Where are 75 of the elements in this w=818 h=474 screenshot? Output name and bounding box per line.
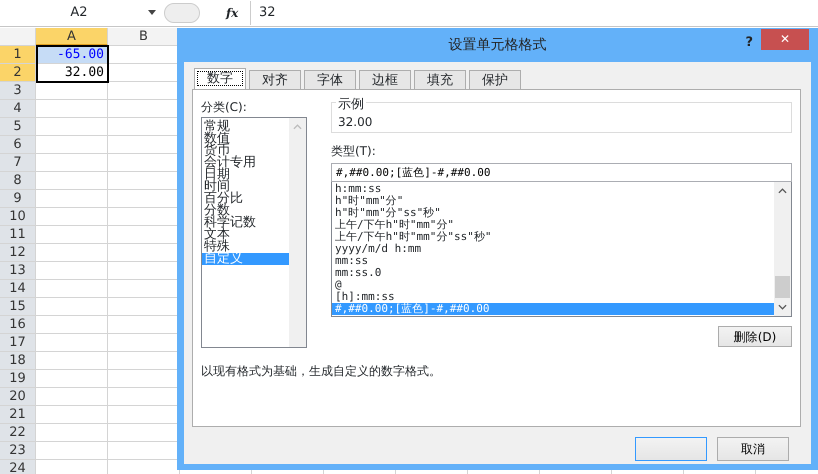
dropdown-icon[interactable] — [148, 10, 156, 16]
scrollbar[interactable] — [289, 118, 306, 347]
tab[interactable]: 字体 — [304, 70, 356, 89]
row-header[interactable]: 7 — [0, 154, 36, 172]
list-item[interactable]: 科学记数 — [202, 217, 289, 229]
type-field[interactable]: #,##0.00;[蓝色]-#,##0.00 — [331, 163, 792, 182]
list-item[interactable]: mm:ss — [332, 255, 774, 267]
list-item[interactable]: mm:ss.0 — [332, 267, 774, 279]
list-item[interactable]: 上午/下午h"时"mm"分" — [332, 219, 774, 231]
list-item[interactable]: yyyy/m/d h:mm — [332, 243, 774, 255]
list-item[interactable]: 常规 — [202, 121, 289, 133]
row-header[interactable]: 22 — [0, 424, 36, 442]
row-header[interactable]: 1 — [0, 46, 36, 64]
tab[interactable]: 数字 — [194, 68, 246, 89]
tab[interactable]: 对齐 — [249, 70, 301, 89]
table-cell[interactable]: -65.00 — [36, 46, 108, 64]
help-button[interactable]: ? — [745, 33, 753, 52]
list-item[interactable]: 文本 — [202, 229, 289, 241]
row-header[interactable]: 16 — [0, 316, 36, 334]
row-header[interactable]: 24 — [0, 460, 36, 474]
tab[interactable]: 填充 — [414, 70, 466, 89]
dialog-button[interactable] — [635, 437, 707, 461]
row-header[interactable]: 18 — [0, 352, 36, 370]
type-label: 类型(T): — [331, 143, 377, 160]
tab[interactable]: 保护 — [469, 70, 521, 89]
row-header[interactable]: 5 — [0, 118, 36, 136]
scroll-down-icon[interactable] — [778, 304, 787, 310]
list-item[interactable]: h"时"mm"分"ss"秒" — [332, 207, 774, 219]
formula-field[interactable]: 32 — [250, 1, 818, 25]
name-box[interactable]: A2 — [0, 2, 158, 24]
column-header[interactable]: B — [108, 28, 180, 46]
row-header[interactable]: 19 — [0, 370, 36, 388]
list-item[interactable]: 数值 — [202, 133, 289, 145]
list-item[interactable]: h"时"mm"分" — [332, 195, 774, 207]
list-item[interactable]: h:mm:ss — [332, 183, 774, 195]
sample-value: 32.00 — [338, 115, 372, 129]
row-header[interactable]: 6 — [0, 136, 36, 154]
row-header[interactable]: 23 — [0, 442, 36, 460]
delete-button[interactable]: 删除(D) — [718, 326, 792, 347]
select-all-corner[interactable] — [0, 28, 36, 46]
row-header[interactable]: 8 — [0, 172, 36, 190]
close-button[interactable]: ✕ — [761, 29, 809, 50]
scrollbar[interactable] — [774, 182, 791, 316]
list-item[interactable]: 会计专用 — [202, 157, 289, 169]
row-header[interactable]: 9 — [0, 190, 36, 208]
row-header[interactable]: 10 — [0, 208, 36, 226]
row-header[interactable]: 13 — [0, 262, 36, 280]
insert-function-button[interactable]: fx — [226, 4, 250, 22]
row-header[interactable]: 12 — [0, 244, 36, 262]
row-header[interactable]: 20 — [0, 388, 36, 406]
category-label: 分类(C): — [201, 99, 248, 116]
list-item[interactable]: 百分比 — [202, 193, 289, 205]
scroll-thumb[interactable] — [775, 276, 790, 298]
row-header[interactable]: 11 — [0, 226, 36, 244]
list-item[interactable]: 货币 — [202, 145, 289, 157]
dialog-title: 设置单元格格式 — [448, 36, 546, 54]
list-item[interactable]: 特殊 — [202, 241, 289, 253]
list-item[interactable]: @ — [332, 279, 774, 291]
tab[interactable]: 边框 — [359, 70, 411, 89]
cancel-button[interactable]: 取消 — [717, 437, 789, 461]
list-item[interactable]: [h]:mm:ss — [332, 291, 774, 303]
row-header[interactable]: 3 — [0, 82, 36, 100]
row-header[interactable]: 21 — [0, 406, 36, 424]
list-item[interactable]: 上午/下午h"时"mm"分"ss"秒" — [332, 231, 774, 243]
splitter-handle[interactable] — [164, 3, 200, 23]
row-header[interactable]: 4 — [0, 100, 36, 118]
list-item[interactable]: 日期 — [202, 169, 289, 181]
row-header[interactable]: 2 — [0, 64, 36, 82]
description-text: 以现有格式为基础，生成自定义的数字格式。 — [201, 363, 442, 380]
row-header[interactable]: 15 — [0, 298, 36, 316]
scroll-up-icon[interactable] — [778, 188, 787, 194]
list-item[interactable]: 分数 — [202, 205, 289, 217]
column-header[interactable]: A — [36, 28, 108, 46]
row-header[interactable]: 14 — [0, 280, 36, 298]
row-header[interactable]: 17 — [0, 334, 36, 352]
